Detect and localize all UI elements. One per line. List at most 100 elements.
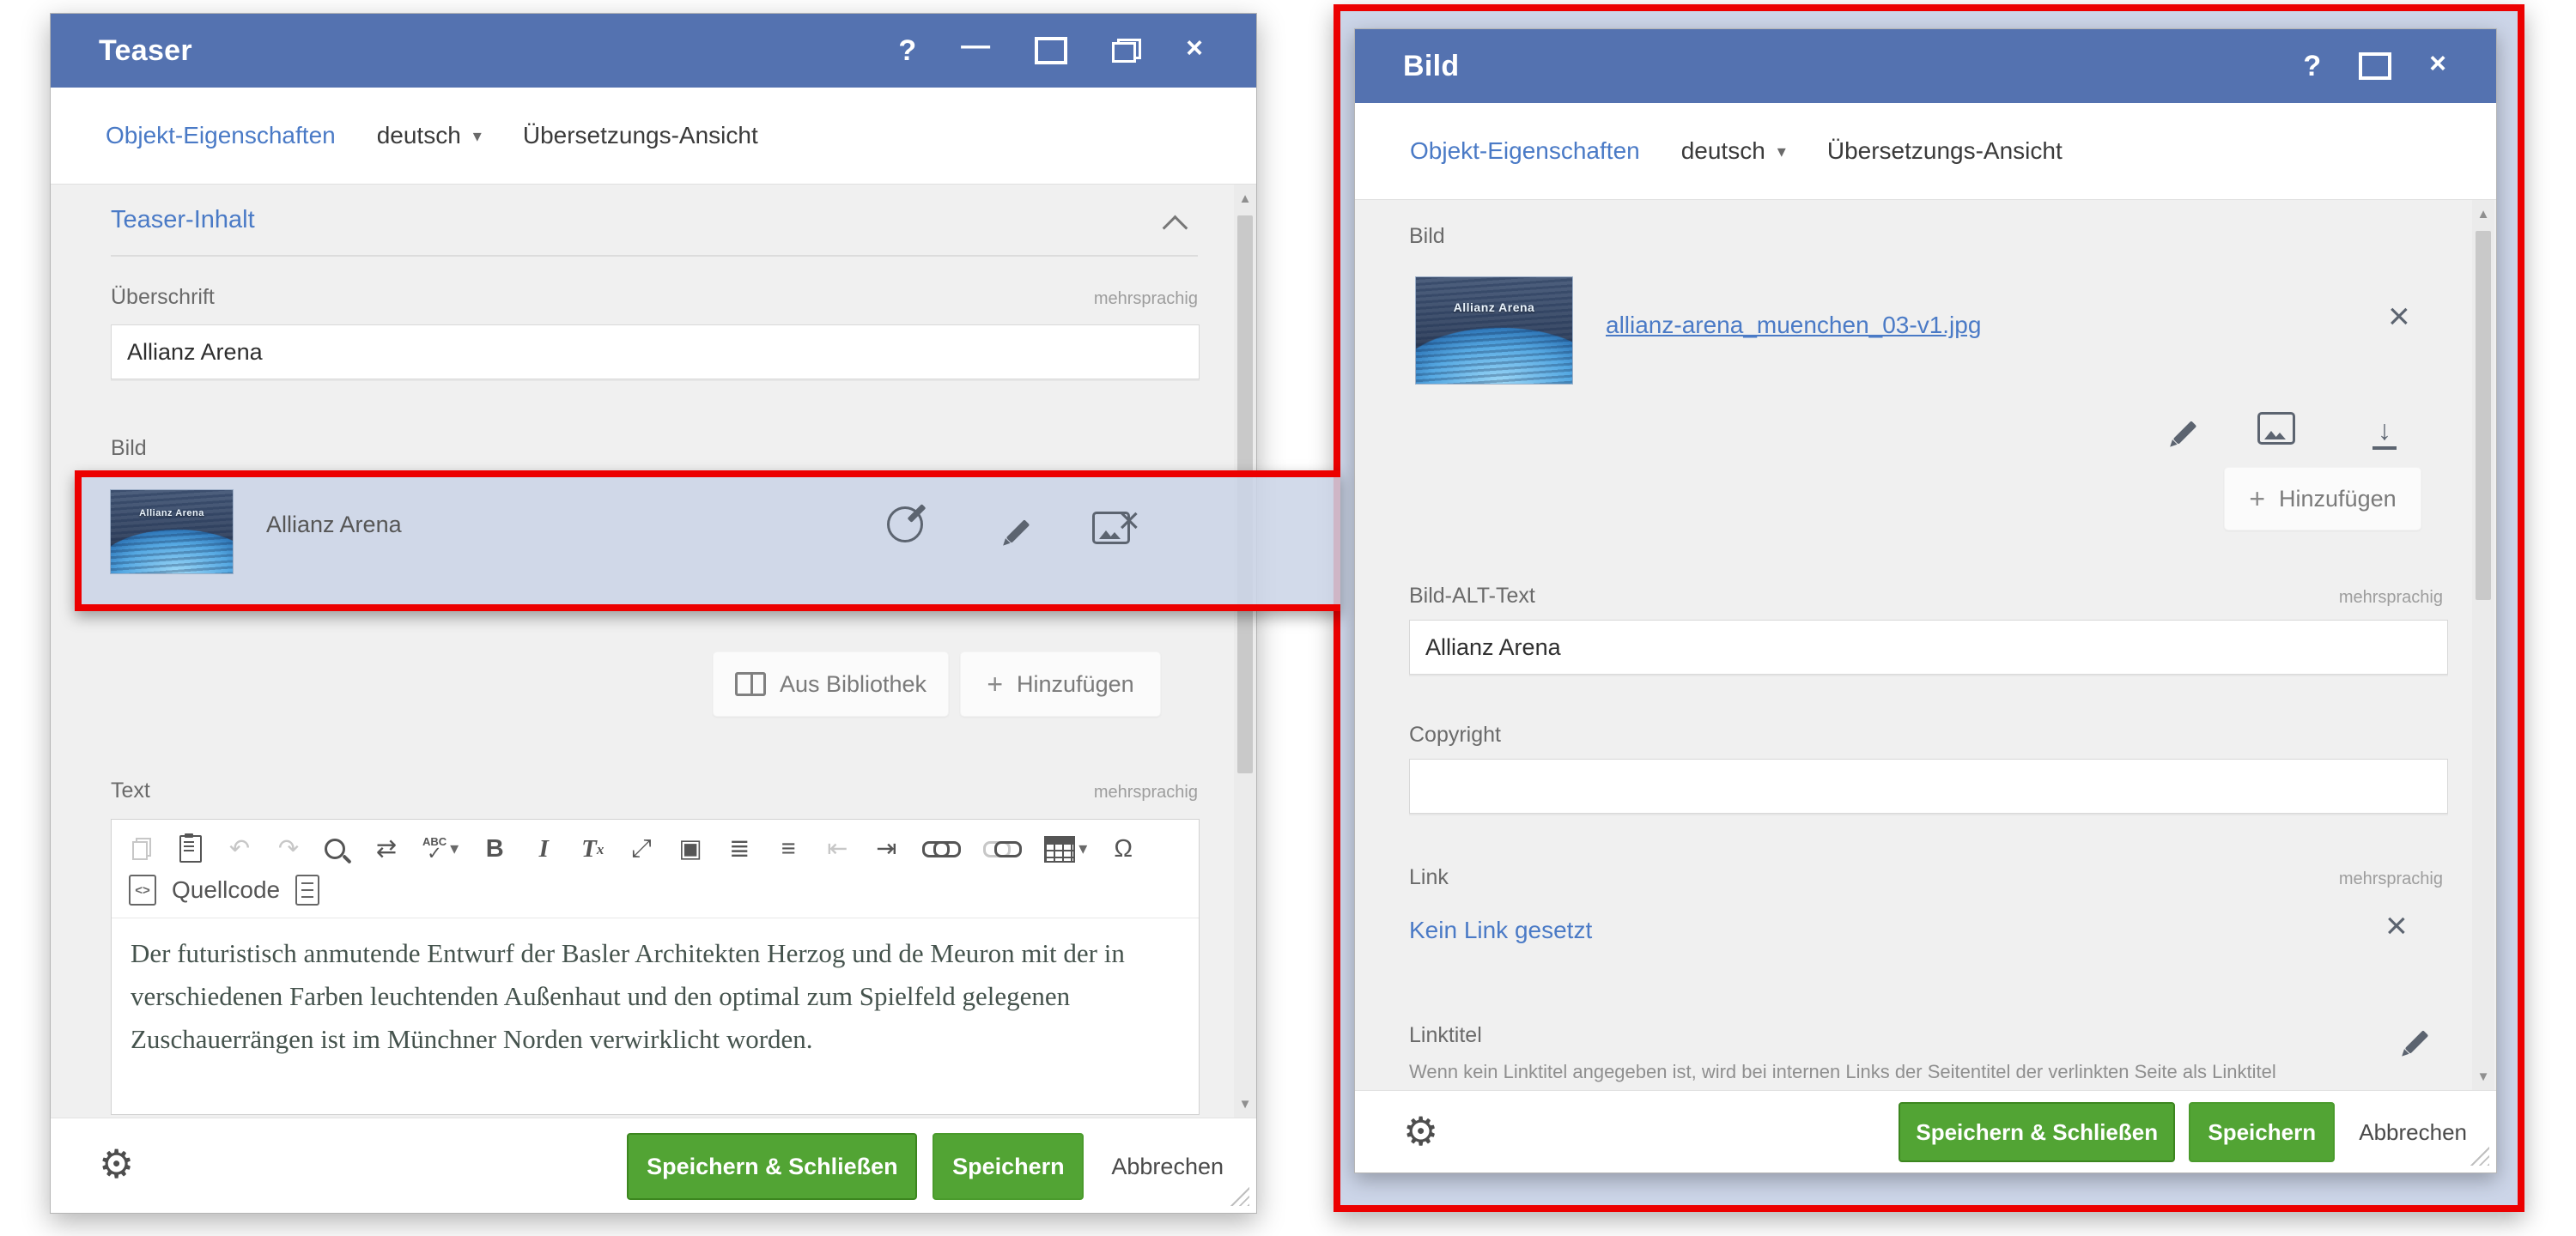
replace-icon[interactable]: ⇄ (374, 833, 399, 864)
edit-icon[interactable] (2173, 421, 2197, 445)
tab-object-properties[interactable]: Objekt-Eigenschaften (106, 122, 336, 149)
section-teaser-inhalt[interactable]: Teaser-Inhalt (111, 206, 255, 234)
templates-icon[interactable] (295, 875, 319, 906)
paste-icon[interactable] (178, 833, 204, 864)
ueberschrift-input[interactable]: Allianz Arena (111, 324, 1200, 379)
scroll-up-icon[interactable]: ▲ (2472, 207, 2494, 221)
edit-link-icon[interactable] (2405, 1030, 2429, 1054)
help-icon[interactable]: ? (898, 36, 916, 65)
edit-icon[interactable] (1006, 519, 1030, 543)
spellcheck-icon[interactable]: ABC✓ ▾ (422, 833, 459, 864)
find-icon[interactable] (325, 833, 350, 864)
undo-icon[interactable]: ↶ (227, 833, 252, 864)
italic-icon[interactable]: I (531, 833, 556, 864)
tab-translation-view[interactable]: Übersetzungs-Ansicht (523, 122, 758, 149)
unlink-icon[interactable] (983, 833, 1021, 864)
locale-dropdown[interactable]: deutsch ▾ (377, 122, 482, 149)
cancel-button[interactable]: Abbrechen (2348, 1119, 2477, 1146)
bild-label: Bild (1409, 224, 1445, 249)
multilingual-badge: mehrsprachig (1094, 289, 1198, 309)
alt-text-label: Bild-ALT-Text (1409, 584, 1535, 609)
teaser-titlebar[interactable]: Teaser ? — × (51, 14, 1256, 88)
detach-window-icon[interactable] (1112, 39, 1141, 63)
indent-icon[interactable]: ⇥ (873, 833, 899, 864)
gear-icon[interactable]: ⚙ (1403, 1112, 1438, 1151)
numbered-list-icon[interactable]: ≣ (726, 833, 752, 864)
save-close-button[interactable]: Speichern & Schließen (627, 1133, 917, 1200)
rte-toolbar-row2: <> Quellcode (112, 871, 1199, 918)
remove-link-icon[interactable]: × (2385, 907, 2408, 945)
remove-icon[interactable]: × (2388, 298, 2410, 336)
close-icon[interactable]: × (1186, 33, 1203, 63)
copyright-label: Copyright (1409, 723, 1501, 748)
add-image-button[interactable]: + Hinzufügen (2224, 467, 2421, 530)
alt-text-input[interactable]: Allianz Arena (1409, 620, 2448, 675)
add-image-button[interactable]: + Hinzufügen (960, 651, 1161, 717)
gear-icon[interactable]: ⚙ (99, 1144, 134, 1184)
close-icon[interactable]: × (2429, 49, 2446, 78)
multilingual-badge: mehrsprachig (2339, 588, 2443, 608)
rte-toolbar: ↶ ↷ ⇄ ABC✓ ▾ B I Tx ⤢ ▣ ≣ ≡ ⇤ ⇥ ▾ (112, 820, 1199, 871)
add-image-label: Hinzufügen (2279, 486, 2397, 512)
teaser-form: Teaser-Inhalt Überschrift mehrsprachig A… (51, 184, 1256, 1118)
locale-dropdown[interactable]: deutsch ▾ (1681, 137, 1786, 165)
save-button[interactable]: Speichern (933, 1133, 1084, 1200)
scrollbar-vertical[interactable]: ▲ ▼ (1234, 185, 1256, 1118)
minimize-icon[interactable]: — (961, 31, 990, 60)
table-icon[interactable]: ▾ (1044, 833, 1087, 864)
remove-icon[interactable]: × (1118, 502, 1140, 540)
teaser-tabbar: Objekt-Eigenschaften deutsch ▾ Übersetzu… (51, 88, 1256, 184)
image-thumbnail[interactable]: Allianz Arena (110, 489, 234, 574)
image-filename-link[interactable]: allianz-arena_muenchen_03-v1.jpg (1606, 312, 1981, 339)
save-close-button[interactable]: Speichern & Schließen (1899, 1102, 2175, 1162)
bullet-list-icon[interactable]: ≡ (775, 833, 801, 864)
rte-text-area[interactable]: Der futuristisch anmutende Entwurf der B… (112, 918, 1199, 1061)
image-preview-icon[interactable] (2257, 412, 2295, 445)
source-code-icon[interactable]: <> (129, 875, 156, 906)
remove-format-icon[interactable]: Tx (580, 833, 605, 864)
scroll-down-icon[interactable]: ▼ (2472, 1069, 2494, 1084)
redo-icon[interactable]: ↷ (276, 833, 301, 864)
download-icon[interactable]: ↓ (2370, 417, 2399, 450)
copy-icon[interactable] (129, 833, 155, 864)
tab-object-properties[interactable]: Objekt-Eigenschaften (1410, 137, 1640, 165)
locale-label: deutsch (1681, 137, 1765, 165)
outdent-icon[interactable]: ⇤ (824, 833, 850, 864)
show-blocks-icon[interactable]: ▣ (677, 833, 703, 864)
link-label: Link (1409, 865, 1449, 890)
from-library-label: Aus Bibliothek (780, 671, 927, 698)
copyright-input[interactable] (1409, 759, 2448, 814)
bild-titlebar[interactable]: Bild ? × (1355, 29, 2496, 103)
scrollbar-vertical[interactable]: ▲ ▼ (2472, 200, 2494, 1091)
bold-icon[interactable]: B (482, 833, 507, 864)
bild-tabbar: Objekt-Eigenschaften deutsch ▾ Übersetzu… (1355, 103, 2496, 199)
richtext-editor: ↶ ↷ ⇄ ABC✓ ▾ B I Tx ⤢ ▣ ≣ ≡ ⇤ ⇥ ▾ (111, 819, 1200, 1115)
chevron-down-icon: ▾ (1777, 141, 1786, 162)
linktitel-label: Linktitel (1409, 1023, 1482, 1048)
help-icon[interactable]: ? (2303, 52, 2321, 81)
image-thumbnail[interactable]: Allianz Arena (1415, 276, 1573, 385)
scroll-up-icon[interactable]: ▲ (1234, 191, 1256, 206)
maximize-icon[interactable] (2359, 52, 2391, 80)
library-book-icon (735, 672, 766, 696)
scroll-down-icon[interactable]: ▼ (1234, 1097, 1256, 1112)
annotation-dialog-frame: Bild ? × Objekt-Eigenschaften deutsch ▾ … (1334, 4, 2524, 1212)
collapse-icon[interactable] (1163, 215, 1188, 241)
cancel-button[interactable]: Abbrechen (1099, 1154, 1236, 1180)
plus-icon: + (987, 669, 1003, 700)
maximize-icon[interactable] (1035, 37, 1067, 64)
section-divider (111, 255, 1198, 257)
save-button[interactable]: Speichern (2189, 1102, 2335, 1162)
source-code-label[interactable]: Quellcode (172, 876, 280, 904)
save-close-label: Speichern & Schließen (1916, 1119, 2158, 1146)
scrollbar-thumb[interactable] (2476, 231, 2491, 600)
from-library-button[interactable]: Aus Bibliothek (713, 651, 949, 717)
maximize-editor-icon[interactable]: ⤢ (629, 833, 654, 864)
tab-translation-view[interactable]: Übersetzungs-Ansicht (1827, 137, 2063, 165)
open-in-tab-icon[interactable] (887, 506, 923, 542)
link-icon[interactable] (922, 833, 960, 864)
image-row-title: Allianz Arena (266, 512, 402, 538)
special-char-icon[interactable]: Ω (1110, 833, 1136, 864)
linktitel-hint: Wenn kein Linktitel angegeben ist, wird … (1409, 1061, 2388, 1083)
window-title: Bild (1403, 50, 1459, 83)
